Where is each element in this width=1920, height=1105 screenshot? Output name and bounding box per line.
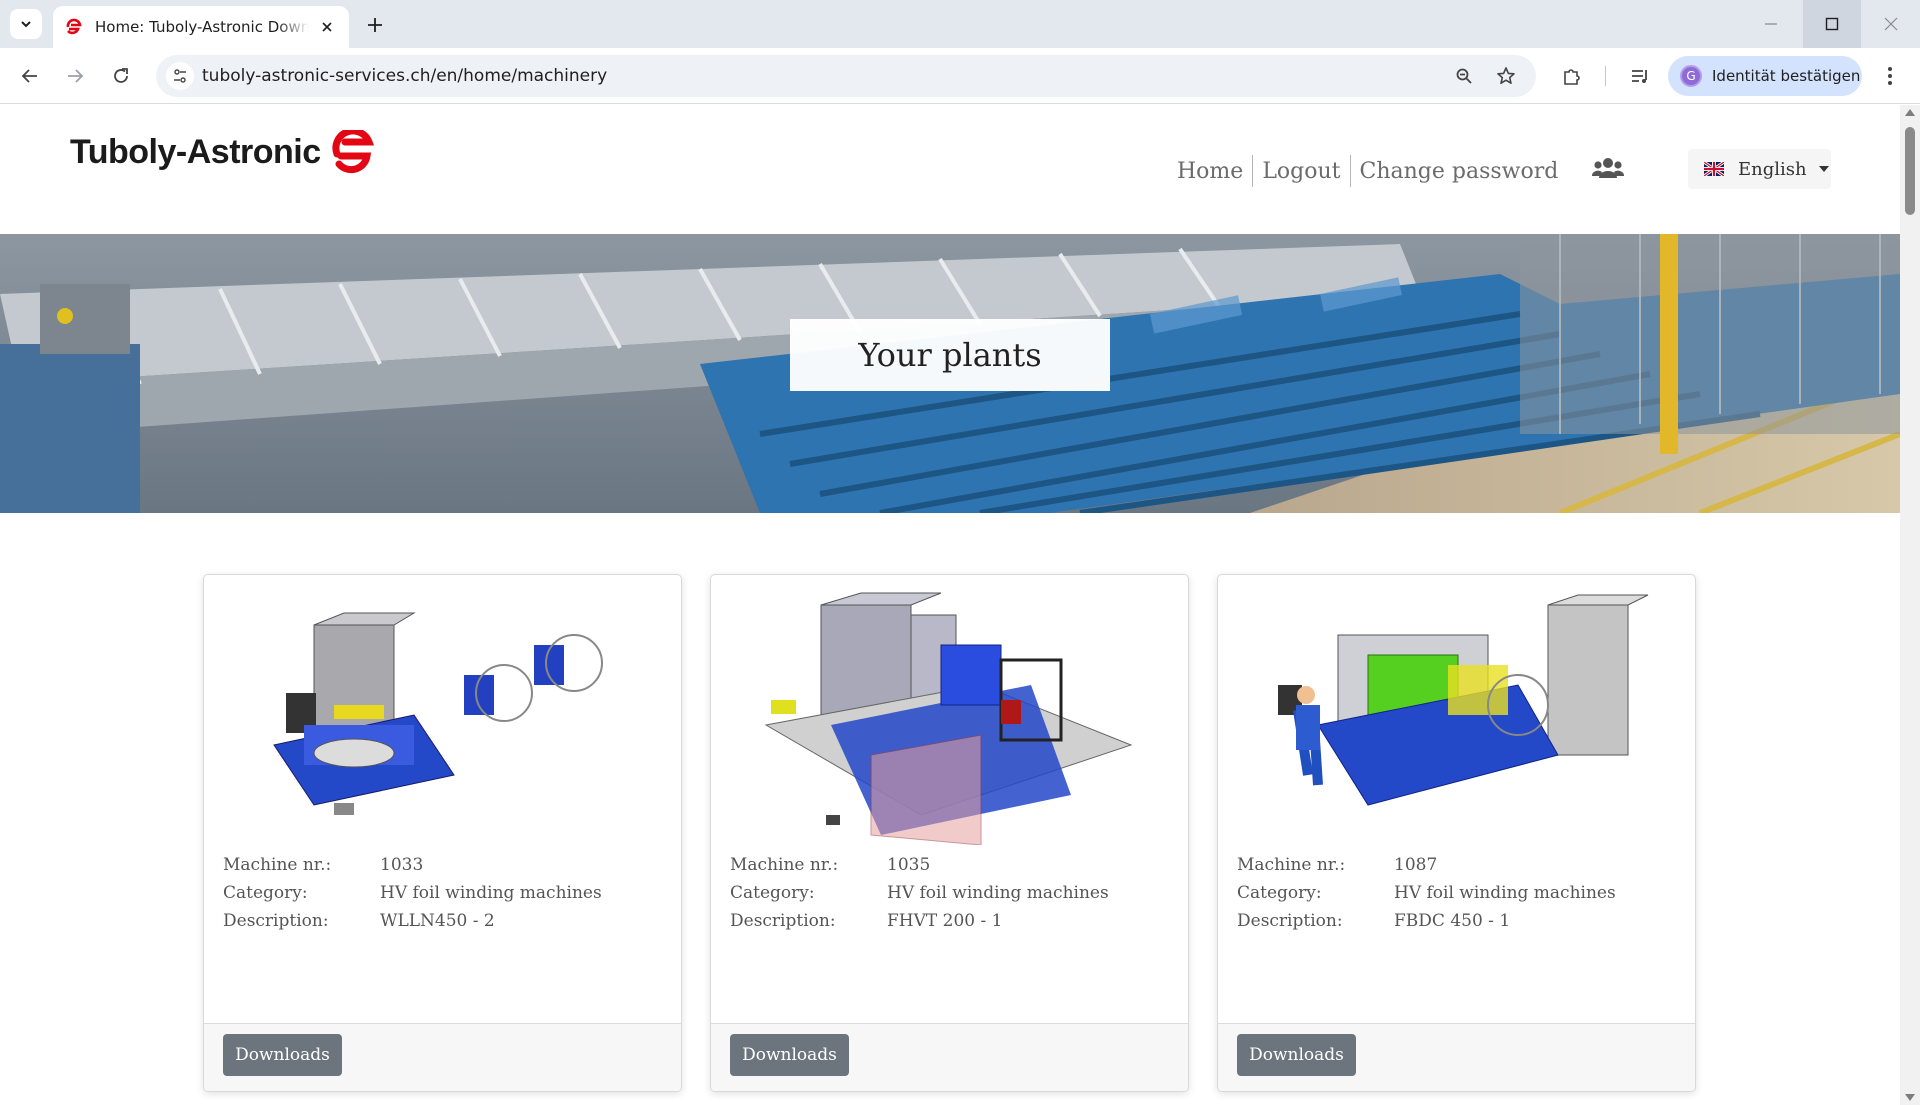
machine-number-row: Machine nr.: 1087 (1237, 855, 1437, 875)
tuboly-logo-mark-icon (332, 130, 374, 174)
scroll-up-icon[interactable] (1905, 109, 1915, 116)
close-icon[interactable] (317, 17, 337, 37)
machine-number-value: 1035 (887, 855, 931, 875)
category-label: Category: (730, 883, 815, 903)
description-row: Description: WLLN450 - 2 (223, 911, 495, 931)
machine-number-value: 1033 (380, 855, 424, 875)
description-value: FHVT 200 - 1 (887, 911, 1003, 931)
description-row: Description: FHVT 200 - 1 (730, 911, 1002, 931)
site-logo[interactable]: Tuboly-Astronic (70, 130, 381, 174)
category-row: Category: HV foil winding machines (730, 883, 1109, 903)
profile-label: Identität bestätigen (1712, 67, 1861, 85)
description-row: Description: FBDC 450 - 1 (1237, 911, 1510, 931)
logo-text: Tuboly-Astronic (70, 132, 321, 171)
reload-icon[interactable] (107, 62, 135, 90)
browser-tab-active[interactable]: Home: Tuboly-Astronic Downloads (53, 6, 349, 48)
language-dropdown[interactable]: English (1688, 149, 1831, 189)
forward-icon[interactable] (61, 62, 89, 90)
downloads-button[interactable]: Downloads (730, 1034, 849, 1076)
page-viewport: Tuboly-Astronic Home Logout Change passw… (0, 105, 1900, 1105)
machine-image (273, 612, 603, 815)
machine-number-label: Machine nr.: (730, 855, 839, 875)
star-icon[interactable] (1492, 62, 1520, 90)
downloads-button[interactable]: Downloads (223, 1034, 342, 1076)
nav-home-link[interactable]: Home (1168, 159, 1252, 184)
category-value: HV foil winding machines (1394, 883, 1616, 903)
machine-image (1278, 594, 1649, 806)
machine-number-label: Machine nr.: (1237, 855, 1346, 875)
avatar: G (1680, 65, 1702, 87)
description-value: FBDC 450 - 1 (1394, 911, 1511, 931)
description-value: WLLN450 - 2 (380, 911, 495, 931)
category-value: HV foil winding machines (380, 883, 602, 903)
zoom-icon[interactable] (1450, 62, 1478, 90)
machine-number-label: Machine nr.: (223, 855, 332, 875)
more-icon[interactable] (1876, 62, 1904, 90)
machine-number-row: Machine nr.: 1033 (223, 855, 423, 875)
scroll-down-icon[interactable] (1905, 1094, 1915, 1101)
back-icon[interactable] (16, 62, 44, 90)
users-icon[interactable] (1591, 157, 1625, 183)
nav-logout-link[interactable]: Logout (1253, 159, 1349, 184)
chevron-down-icon (21, 21, 31, 28)
machine-number-row: Machine nr.: 1035 (730, 855, 930, 875)
description-label: Description: (730, 911, 836, 931)
tab-list-button[interactable] (10, 9, 42, 39)
url-text[interactable]: tuboly-astronic-services.ch/en/home/mach… (202, 66, 607, 86)
hero-title: Your plants (790, 319, 1110, 391)
nav-change-password-link[interactable]: Change password (1351, 159, 1568, 184)
tab-title: Home: Tuboly-Astronic Downloads (95, 18, 309, 36)
toolbar-divider (1605, 66, 1606, 86)
category-row: Category: HV foil winding machines (1237, 883, 1616, 903)
machine-number-value: 1087 (1394, 855, 1438, 875)
browser-tab-bar: Home: Tuboly-Astronic Downloads (0, 0, 1920, 48)
tuboly-favicon-icon (66, 18, 82, 35)
minimize-icon[interactable] (1742, 0, 1800, 48)
card-footer: Downloads (711, 1023, 1188, 1091)
machine-card: Machine nr.: 1087 Category: HV foil wind… (1217, 574, 1696, 1092)
page-scrollbar[interactable] (1900, 105, 1920, 1105)
main-nav: Home Logout Change password (1168, 155, 1567, 187)
description-label: Description: (1237, 911, 1343, 931)
maximize-icon[interactable] (1803, 0, 1861, 48)
browser-toolbar: tuboly-astronic-services.ch/en/home/mach… (0, 48, 1920, 104)
media-icon[interactable] (1626, 62, 1654, 90)
uk-flag-icon (1704, 162, 1724, 176)
language-label: English (1738, 158, 1807, 180)
extensions-icon[interactable] (1558, 62, 1586, 90)
profile-button[interactable]: G Identität bestätigen (1668, 56, 1862, 96)
description-label: Description: (223, 911, 329, 931)
category-label: Category: (1237, 883, 1322, 903)
window-close-icon[interactable] (1862, 0, 1920, 48)
scrollbar-thumb[interactable] (1905, 127, 1915, 215)
category-row: Category: HV foil winding machines (223, 883, 602, 903)
card-footer: Downloads (1218, 1023, 1695, 1091)
plus-icon[interactable] (362, 12, 388, 38)
card-footer: Downloads (204, 1023, 681, 1091)
site-info-icon[interactable] (166, 62, 194, 90)
machine-card: Machine nr.: 1035 Category: HV foil wind… (710, 574, 1189, 1092)
address-bar[interactable]: tuboly-astronic-services.ch/en/home/mach… (156, 55, 1536, 97)
downloads-button[interactable]: Downloads (1237, 1034, 1356, 1076)
machine-image (764, 592, 1133, 845)
category-label: Category: (223, 883, 308, 903)
category-value: HV foil winding machines (887, 883, 1109, 903)
machine-card: Machine nr.: 1033 Category: HV foil wind… (203, 574, 682, 1092)
hero-banner: Your plants (0, 234, 1900, 513)
caret-down-icon (1818, 166, 1829, 172)
